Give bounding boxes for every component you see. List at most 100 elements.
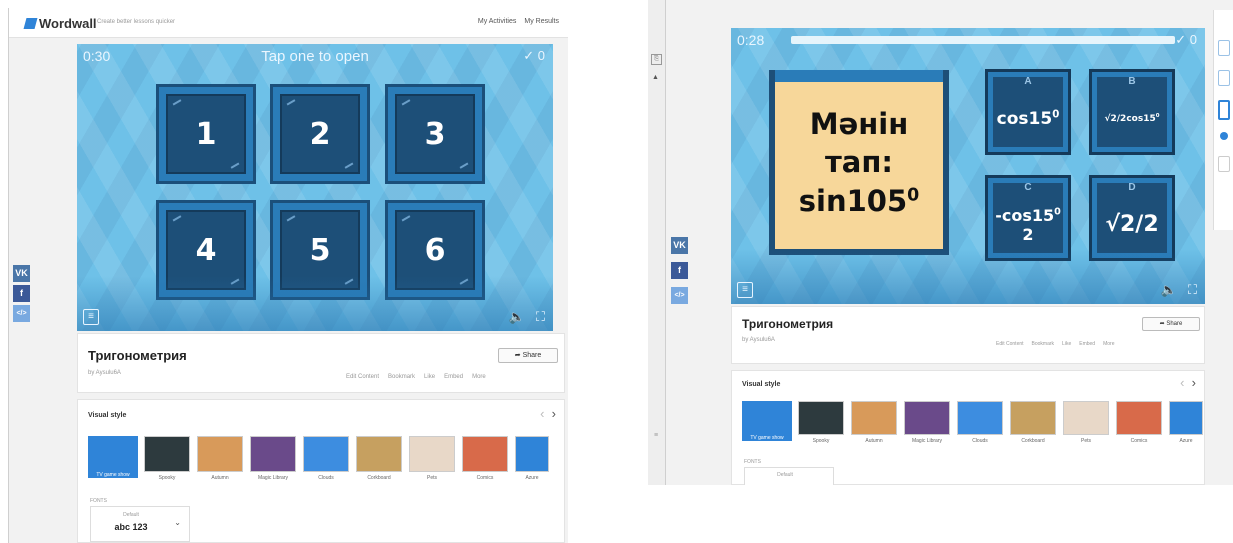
theme-thumb (851, 401, 897, 435)
visual-style-panel: Visual style ‹ › TV game show Spooky Aut… (731, 370, 1205, 485)
theme-arrows: ‹ › (1180, 375, 1196, 390)
theme-comics[interactable]: Comics (462, 436, 508, 481)
vk-share-icon[interactable]: VK (13, 265, 30, 282)
theme-spooky[interactable]: Spooky (798, 401, 844, 444)
more-link[interactable]: More (472, 374, 486, 380)
facebook-share-icon[interactable]: f (13, 285, 30, 302)
box-tile-3[interactable]: 3 (385, 84, 485, 184)
like-link[interactable]: Like (424, 374, 435, 380)
side-option-selected[interactable] (1218, 100, 1230, 120)
theme-corkboard[interactable]: Corkboard (1010, 401, 1056, 444)
theme-pets[interactable]: Pets (409, 436, 455, 481)
game-prompt: Tap one to open (261, 48, 369, 65)
grip-icon[interactable]: ≡ (654, 432, 658, 439)
side-option[interactable] (1218, 70, 1230, 86)
theme-pets[interactable]: Pets (1063, 401, 1109, 444)
font-selector[interactable]: Default (744, 467, 834, 485)
page-icon[interactable]: ⎘ (651, 54, 662, 65)
fonts-label: FONTS (744, 459, 761, 465)
theme-spooky[interactable]: Spooky (144, 436, 190, 481)
next-arrow-icon[interactable]: › (1192, 375, 1196, 390)
answer-a[interactable]: A cos150 (985, 69, 1071, 155)
score-value: 0 (1189, 32, 1197, 47)
theme-thumb (144, 436, 190, 472)
tagline: Create better lessons quicker (97, 19, 176, 25)
edit-content-link[interactable]: Edit Content (346, 374, 379, 380)
activity-title: Тригонометрия (88, 348, 187, 363)
activity-actions: Edit Content Bookmark Like Embed More (346, 374, 486, 380)
game-area: 0:28 ✓ 0 Мәнін тап: sin1050 A cos150 B √… (731, 28, 1205, 304)
more-link[interactable]: More (1103, 341, 1114, 347)
theme-thumb (957, 401, 1003, 435)
side-option[interactable] (1218, 40, 1230, 56)
activity-title: Тригонометрия (742, 317, 834, 331)
activity-info: Тригонометрия by Aysulu6A ➦ Share Edit C… (77, 333, 565, 393)
edit-content-link[interactable]: Edit Content (996, 341, 1024, 347)
top-nav: My Activities My Results (478, 18, 559, 25)
theme-thumb (356, 436, 402, 472)
answer-b[interactable]: B √2/2cos150 (1089, 69, 1175, 155)
next-arrow-icon[interactable]: › (552, 406, 556, 421)
wordwall-logo[interactable]: Wordwall (23, 16, 97, 31)
side-toggle[interactable] (1220, 132, 1228, 140)
theme-azure[interactable]: Azure (515, 436, 549, 481)
share-button[interactable]: ➦ Share (498, 348, 558, 363)
box-tile-1[interactable]: 1 (156, 84, 256, 184)
theme-magic-library[interactable]: Magic Library (250, 436, 296, 481)
side-option[interactable] (1218, 156, 1230, 172)
right-side-panel (1213, 10, 1233, 230)
embed-link[interactable]: Embed (444, 374, 463, 380)
menu-icon[interactable]: ≡ (737, 282, 753, 298)
theme-corkboard[interactable]: Corkboard (356, 436, 402, 481)
theme-tv-game-show[interactable]: TV game show (88, 436, 138, 478)
theme-comics[interactable]: Comics (1116, 401, 1162, 444)
theme-clouds[interactable]: Clouds (303, 436, 349, 481)
embed-share-icon[interactable]: </> (671, 287, 688, 304)
sound-icon[interactable]: 🔈 (1161, 282, 1177, 298)
game-floor (731, 249, 1205, 304)
theme-thumb (515, 436, 549, 472)
embed-link[interactable]: Embed (1079, 341, 1095, 347)
left-toolbar: ⎘ ▲ ≡ (648, 0, 666, 485)
author: by Aysulu6A (88, 370, 121, 376)
facebook-share-icon[interactable]: f (671, 262, 688, 279)
prev-arrow-icon[interactable]: ‹ (540, 406, 544, 421)
box-tile-2[interactable]: 2 (270, 84, 370, 184)
my-results-link[interactable]: My Results (524, 18, 559, 25)
question-line-3: sin1050 (798, 183, 920, 218)
sound-icon[interactable]: 🔈 (509, 309, 525, 325)
bookmark-link[interactable]: Bookmark (1032, 341, 1055, 347)
theme-arrows: ‹ › (540, 406, 556, 421)
font-selector[interactable]: Default abc 123 ⌄ (90, 506, 190, 542)
fonts-label: FONTS (90, 498, 107, 504)
share-button[interactable]: ➦ Share (1142, 317, 1200, 331)
answer-text: cos150 (996, 108, 1060, 129)
score-value: 0 (537, 48, 545, 63)
menu-icon[interactable]: ≡ (83, 309, 99, 325)
score: ✓ 0 (523, 48, 545, 63)
game-area: 0:30 Tap one to open ✓ 0 1 2 3 4 5 6 ≡ 🔈… (77, 44, 553, 331)
theme-thumb (303, 436, 349, 472)
fullscreen-icon[interactable]: ⛶ (1188, 282, 1197, 298)
theme-tv-game-show[interactable]: TV game show (742, 401, 792, 441)
logo-icon (23, 18, 38, 29)
question-line-2: тап: (824, 145, 893, 180)
bookmark-link[interactable]: Bookmark (388, 374, 415, 380)
visual-style-panel: Visual style ‹ › TV game show Spooky Aut… (77, 399, 565, 543)
scroll-up-icon[interactable]: ▲ (652, 74, 659, 81)
theme-autumn[interactable]: Autumn (197, 436, 243, 481)
my-activities-link[interactable]: My Activities (478, 18, 517, 25)
theme-autumn[interactable]: Autumn (851, 401, 897, 444)
font-default-label: Default (777, 472, 793, 478)
like-link[interactable]: Like (1062, 341, 1071, 347)
theme-azure[interactable]: Azure (1169, 401, 1203, 444)
theme-magic-library[interactable]: Magic Library (904, 401, 950, 444)
embed-share-icon[interactable]: </> (13, 305, 30, 322)
answer-text: √2/2cos150 (1104, 113, 1160, 125)
vk-share-icon[interactable]: VK (671, 237, 688, 254)
activity-actions: Edit Content Bookmark Like Embed More (996, 341, 1114, 347)
chevron-down-icon: ⌄ (174, 518, 181, 527)
prev-arrow-icon[interactable]: ‹ (1180, 375, 1184, 390)
fullscreen-icon[interactable]: ⛶ (536, 309, 545, 325)
theme-clouds[interactable]: Clouds (957, 401, 1003, 444)
